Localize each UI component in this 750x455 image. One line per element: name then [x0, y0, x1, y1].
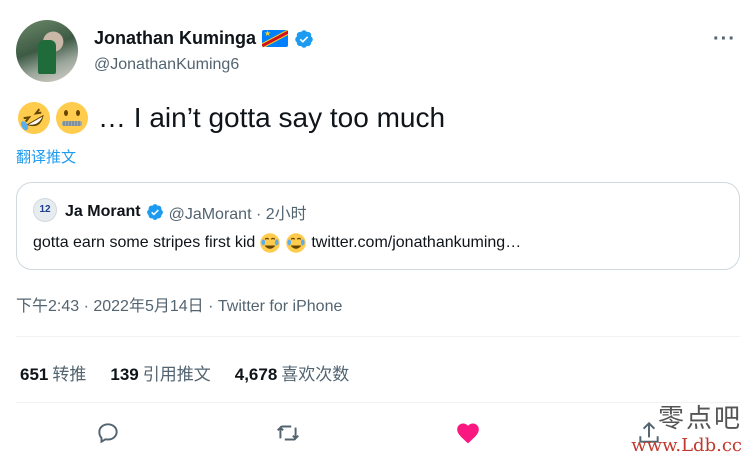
retweet-icon[interactable]	[275, 420, 301, 446]
quoted-handle-time: @JaMorant · 2小时	[168, 206, 307, 223]
like-icon[interactable]	[455, 420, 481, 446]
zipper-mouth-face-emoji	[56, 102, 88, 134]
quoted-display-name: Ja Morant	[65, 203, 141, 220]
tweet-timestamp-source[interactable]: 下午2:43 · 2022年5月14日 · Twitter for iPhone	[16, 292, 342, 316]
watermark: 零点吧 www.Ldb.cc	[631, 398, 742, 455]
divider	[16, 336, 740, 337]
tweet-body: … I ain’t gotta say too much	[98, 102, 446, 133]
tweet-text: … I ain’t gotta say too much	[16, 100, 445, 136]
watermark-text: 零点吧	[657, 404, 742, 434]
verified-badge-icon	[295, 29, 313, 48]
more-options-icon[interactable]: ···	[713, 28, 736, 51]
quoted-text-link[interactable]: twitter.com/jonathankuming…	[311, 234, 521, 252]
author-name-row: Jonathan Kuminga ★	[94, 28, 314, 49]
rolling-on-floor-laughing-emoji	[18, 102, 50, 134]
author-handle[interactable]: @JonathanKuming6	[94, 56, 239, 74]
retweets-count: 651	[20, 365, 49, 384]
quoted-avatar[interactable]: 12	[33, 198, 57, 222]
quoted-text-prefix: gotta earn some stripes first kid	[33, 234, 256, 251]
tweet-stats: 651 转推 139 引用推文 4,678 喜欢次数	[20, 360, 349, 385]
retweets-stat[interactable]: 651 转推	[20, 360, 86, 385]
avatar[interactable]	[16, 20, 78, 82]
reply-icon[interactable]	[95, 420, 121, 446]
retweets-label: 转推	[52, 365, 87, 384]
likes-stat[interactable]: 4,678 喜欢次数	[235, 360, 350, 385]
likes-count: 4,678	[234, 365, 278, 384]
quoted-tweet-card[interactable]: 12 Ja Morant @JaMorant · 2小时 gotta earn …	[16, 182, 740, 270]
quotes-label: 引用推文	[142, 365, 211, 384]
quotes-count: 139	[110, 365, 139, 384]
quotes-stat[interactable]: 139 引用推文	[110, 360, 210, 385]
translate-tweet-link[interactable]: 翻译推文	[16, 146, 76, 167]
likes-label: 喜欢次数	[281, 365, 350, 384]
author-display-name[interactable]: Jonathan Kuminga	[94, 28, 256, 49]
watermark-url: www.Ldb.cc	[631, 435, 742, 455]
quoted-author-row: Ja Morant @JaMorant · 2小时	[65, 200, 307, 224]
face-with-tears-of-joy-emoji	[260, 233, 281, 253]
quoted-tweet-text: gotta earn some stripes first kid twitte…	[33, 232, 521, 254]
face-with-tears-of-joy-emoji	[286, 233, 307, 253]
verified-badge-icon	[146, 204, 163, 220]
flag-icon: ★	[262, 30, 289, 47]
